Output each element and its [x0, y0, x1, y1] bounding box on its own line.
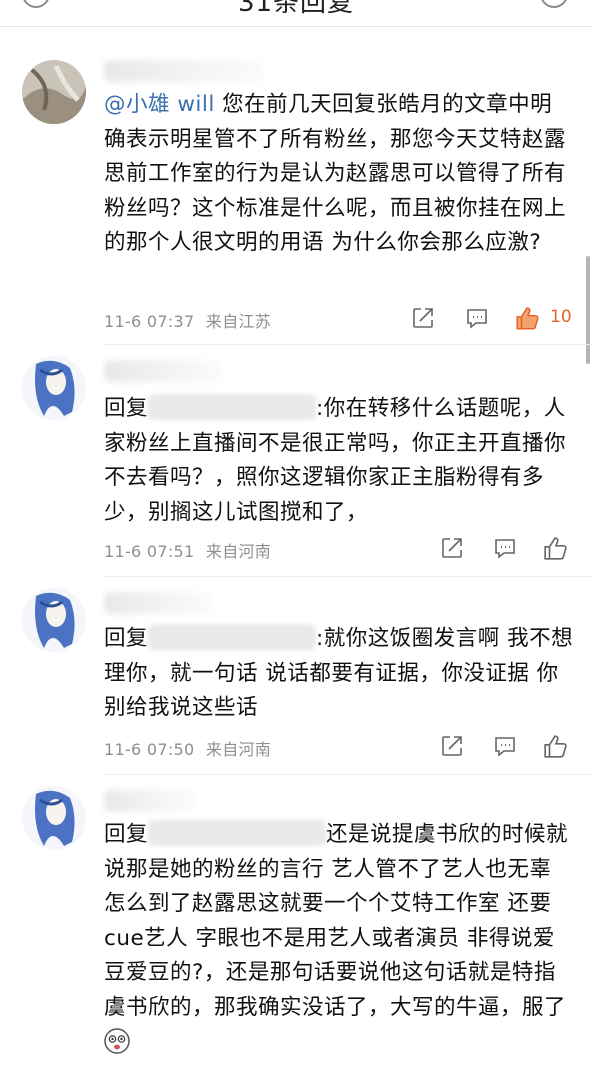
- avatar[interactable]: [22, 588, 86, 652]
- comment-icon[interactable]: [493, 536, 517, 560]
- username-blurred[interactable]: [104, 790, 194, 812]
- avatar[interactable]: [22, 786, 86, 850]
- comment-actions: [0, 734, 592, 760]
- share-icon[interactable]: [440, 734, 464, 758]
- reply-target-blurred[interactable]: [148, 624, 317, 650]
- share-icon[interactable]: [440, 536, 464, 560]
- username-blurred[interactable]: [104, 592, 214, 614]
- like-icon[interactable]: [543, 536, 569, 562]
- divider: [104, 774, 592, 775]
- comment-text: 回复:就你这饭圈发言啊 我不想理你，就一句话 说话都要有证据，你没证据 你别给我…: [104, 624, 574, 720]
- reply-target-blurred[interactable]: [148, 820, 327, 846]
- emoji-icon: [104, 1028, 130, 1066]
- comment-text: @小雄 will 您在前几天回复张皓月的文章中明确表示明星管不了所有粉丝，那您今…: [104, 92, 567, 255]
- comment-text: 回复 还是说提虞书欣的时候就说那是她的粉丝的言行 艺人管不了艺人也无辜 怎么到了赵…: [104, 818, 574, 1066]
- share-icon[interactable]: [411, 306, 435, 330]
- avatar[interactable]: [22, 60, 86, 124]
- comment-icon[interactable]: [465, 306, 489, 330]
- divider: [104, 576, 592, 577]
- username-blurred[interactable]: [104, 360, 224, 382]
- comment-actions: [0, 536, 592, 562]
- page-title: 31条回复: [237, 0, 355, 18]
- divider: [104, 344, 592, 345]
- like-icon[interactable]: [515, 306, 541, 332]
- comment-icon[interactable]: [493, 734, 517, 758]
- top-bar: 31条回复: [0, 0, 592, 27]
- comment-text: 回复:你在转移什么话题呢，人家粉丝上直播间不是很正常吗，你正主开直播你不去看吗？…: [104, 394, 567, 525]
- like-icon[interactable]: [543, 734, 569, 760]
- mention-link[interactable]: @小雄 will: [104, 92, 215, 117]
- username-blurred[interactable]: [104, 60, 264, 82]
- avatar[interactable]: [22, 356, 86, 420]
- reply-target-blurred[interactable]: [148, 394, 317, 420]
- like-count: 10: [550, 307, 572, 327]
- comment-actions: 10: [0, 306, 592, 332]
